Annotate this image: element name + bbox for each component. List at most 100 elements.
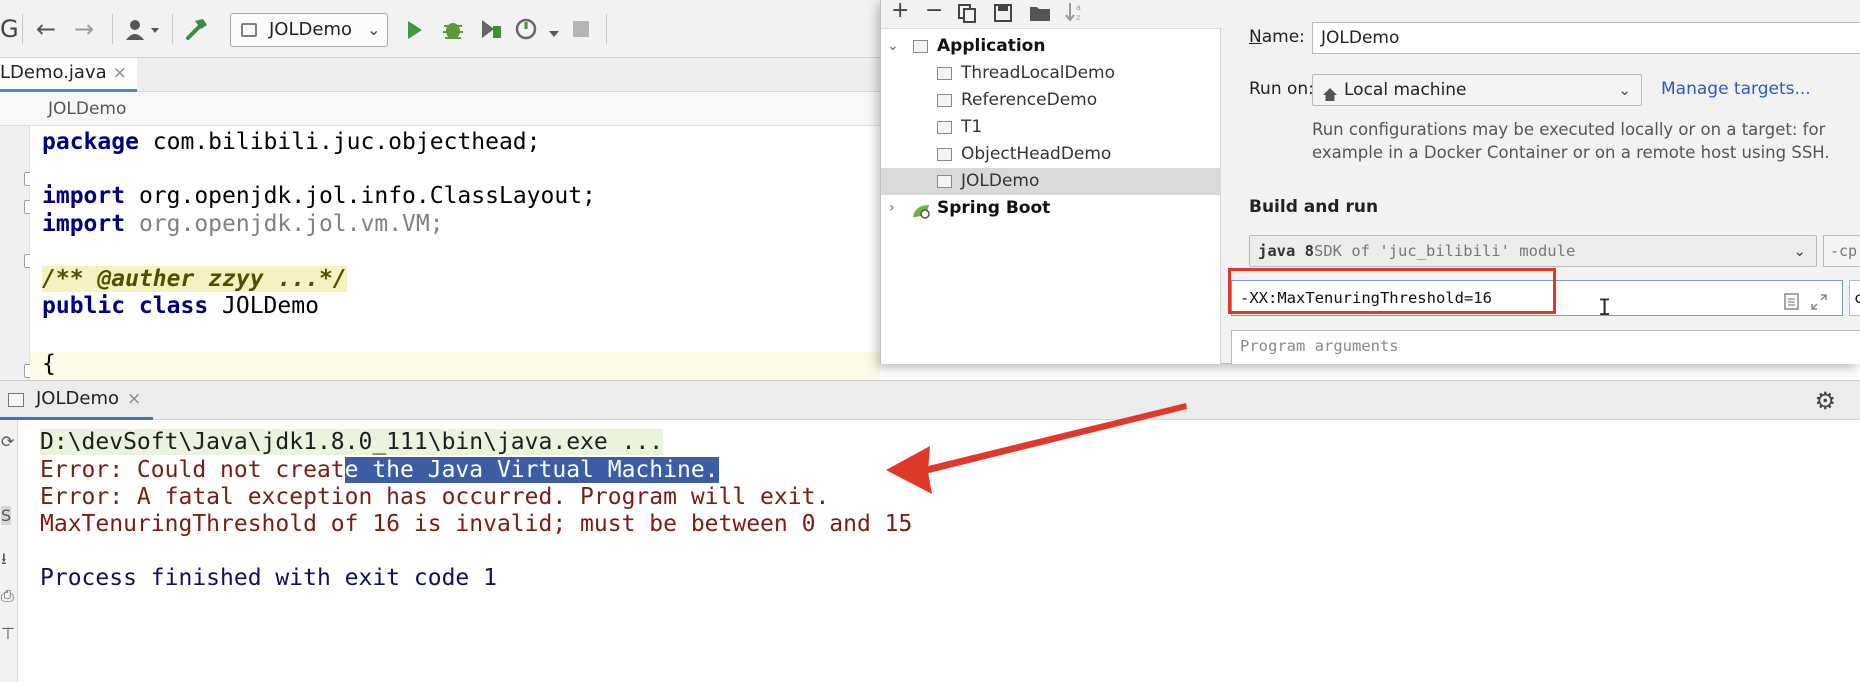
spring-boot-icon [911,201,931,228]
build-hammer-icon[interactable] [184,16,210,46]
editor-gutter [0,126,36,380]
chevron-down-icon: ⌄ [367,20,381,39]
run-configuration-selector[interactable]: JOLDemo ⌄ [230,13,388,47]
tree-item[interactable]: ObjectHeadDemo [881,141,1221,168]
run-on-note-line: Run configurations may be executed local… [1312,120,1826,139]
run-tool-window-tabs: JOLDemo × ⚙ [0,380,1860,421]
code-line: package com.bilibili.juc.objecthead; [42,126,541,158]
rerun-icon[interactable]: ⟳ [1,432,14,451]
run-tab-label: JOLDemo [36,388,119,409]
run-config-icon [8,393,24,407]
gear-icon[interactable]: ⚙ [1814,387,1836,415]
code-text: { [42,351,56,377]
code-keyword: package [42,129,139,155]
user-dropdown-icon[interactable] [124,18,164,46]
java-config-icon [937,175,952,188]
expand-text-icon[interactable] [1784,289,1800,315]
java-config-icon [937,121,952,134]
run-on-note-line: example in a Docker Container or on a re… [1312,143,1830,162]
chevron-down-icon[interactable]: ⌄ [887,33,899,60]
coverage-icon[interactable] [478,16,504,46]
run-on-note: Run configurations may be executed local… [1312,118,1830,164]
run-on-value: Local machine [1344,80,1467,100]
tree-group-application[interactable]: ⌄ Application [881,33,1221,60]
tree-group-spring-boot[interactable]: › Spring Boot [881,195,1221,222]
code-keyword: import [42,211,126,237]
folded-doc-comment[interactable]: /** @auther zzyy ...*/ [42,266,347,292]
more-run-actions-chevron-icon[interactable] [548,24,560,43]
tree-group-label: Application [937,36,1046,56]
tree-item-label: ThreadLocalDemo [961,63,1116,83]
partial-toolbar-icon[interactable]: G [0,12,19,46]
code-line: { [42,348,56,380]
manage-targets-link[interactable]: Manage targets... [1661,74,1811,104]
breadcrumb-item[interactable]: JOLDemo [48,92,126,126]
main-class-field-partial[interactable]: com [1849,280,1860,316]
jre-name: java 8 [1258,242,1314,260]
profile-icon[interactable] [514,16,540,46]
main-toolbar: G ← → JOLDemo ⌄ [0,0,880,58]
name-field[interactable]: JOLDemo [1312,22,1860,54]
run-tab-joldemo[interactable]: JOLDemo × [0,381,154,421]
remove-configuration-icon[interactable]: − [925,0,943,25]
jre-select[interactable]: java 8 SDK of 'juc_bilibili' module ⌄ [1249,235,1817,267]
application-icon [913,40,928,53]
debug-bug-icon[interactable] [440,16,466,46]
name-label-rest: ame: [1261,27,1305,47]
chevron-right-icon[interactable]: › [889,195,895,222]
build-and-run-heading: Build and run [1249,197,1379,217]
back-arrow-icon[interactable]: ← [36,12,56,46]
save-configuration-icon[interactable] [993,3,1013,27]
breadcrumb: JOLDemo [0,92,880,126]
console-line: Process finished with exit code 1 [40,562,497,594]
stop-icon[interactable] [572,20,590,42]
code-line: public class JOLDemo [42,290,319,322]
svg-text:a: a [1076,3,1081,12]
forward-arrow-icon[interactable]: → [74,12,94,46]
classpath-field-partial[interactable]: -cp [1823,235,1860,267]
pin-icon[interactable]: ⊤ [1,624,15,643]
scroll-to-end-icon[interactable]: ⭳ [1,548,7,575]
name-label: Name: [1249,22,1305,52]
console-text: Process finished with exit code 1 [40,565,497,591]
toolbar-separator [172,14,173,44]
editor-tab-bar: LDemo.java × [0,58,880,92]
console-text: Error: A fatal exception has occurred. P… [40,484,830,510]
toolbar-separator [112,14,113,44]
tree-item-label: T1 [961,117,983,137]
toolbar-separator [606,14,607,44]
tree-item[interactable]: T1 [881,114,1221,141]
code-editor[interactable]: package com.bilibili.juc.objecthead; imp… [30,126,880,380]
print-icon[interactable]: ⎙ [1,586,14,606]
current-line-highlight [30,352,880,380]
configuration-tree: ⌄ Application ThreadLocalDemo ReferenceD… [881,28,1221,364]
close-icon[interactable]: × [127,389,141,409]
java-config-icon [937,94,952,107]
name-label-mnemonic: N [1249,27,1262,47]
sort-alphabetically-icon[interactable]: az [1065,1,1085,27]
folder-icon[interactable] [1029,3,1051,27]
console-output[interactable]: D:\devSoft\Java\jdk1.8.0_111\bin\java.ex… [18,420,1860,682]
maximize-icon[interactable] [1810,289,1828,315]
tree-item-selected[interactable]: JOLDemo [881,168,1221,195]
tree-item-label: ReferenceDemo [961,90,1098,110]
run-play-icon[interactable] [405,18,425,46]
program-arguments-field[interactable]: Program arguments [1231,330,1860,364]
code-keyword: public class [42,293,209,319]
run-on-select[interactable]: Local machine ⌄ [1312,74,1642,106]
console-command-line: D:\devSoft\Java\jdk1.8.0_111\bin\java.ex… [40,429,664,455]
add-configuration-icon[interactable]: + [891,0,909,25]
code-text: JOLDemo [208,293,319,319]
toolbar-separator [22,14,23,44]
code-text: org.openjdk.jol.info.ClassLayout; [125,183,596,209]
text-cursor-icon: I [1598,296,1612,321]
java-config-icon [937,148,952,161]
editor-tab-joldemo[interactable]: LDemo.java × [0,58,137,92]
tree-item[interactable]: ReferenceDemo [881,87,1221,114]
close-icon[interactable]: × [113,63,127,83]
code-keyword: import [42,183,126,209]
soft-wrap-icon[interactable]: S [1,506,12,525]
tree-item-label: ObjectHeadDemo [961,144,1112,164]
copy-configuration-icon[interactable] [957,3,977,27]
tree-item[interactable]: ThreadLocalDemo [881,60,1221,87]
